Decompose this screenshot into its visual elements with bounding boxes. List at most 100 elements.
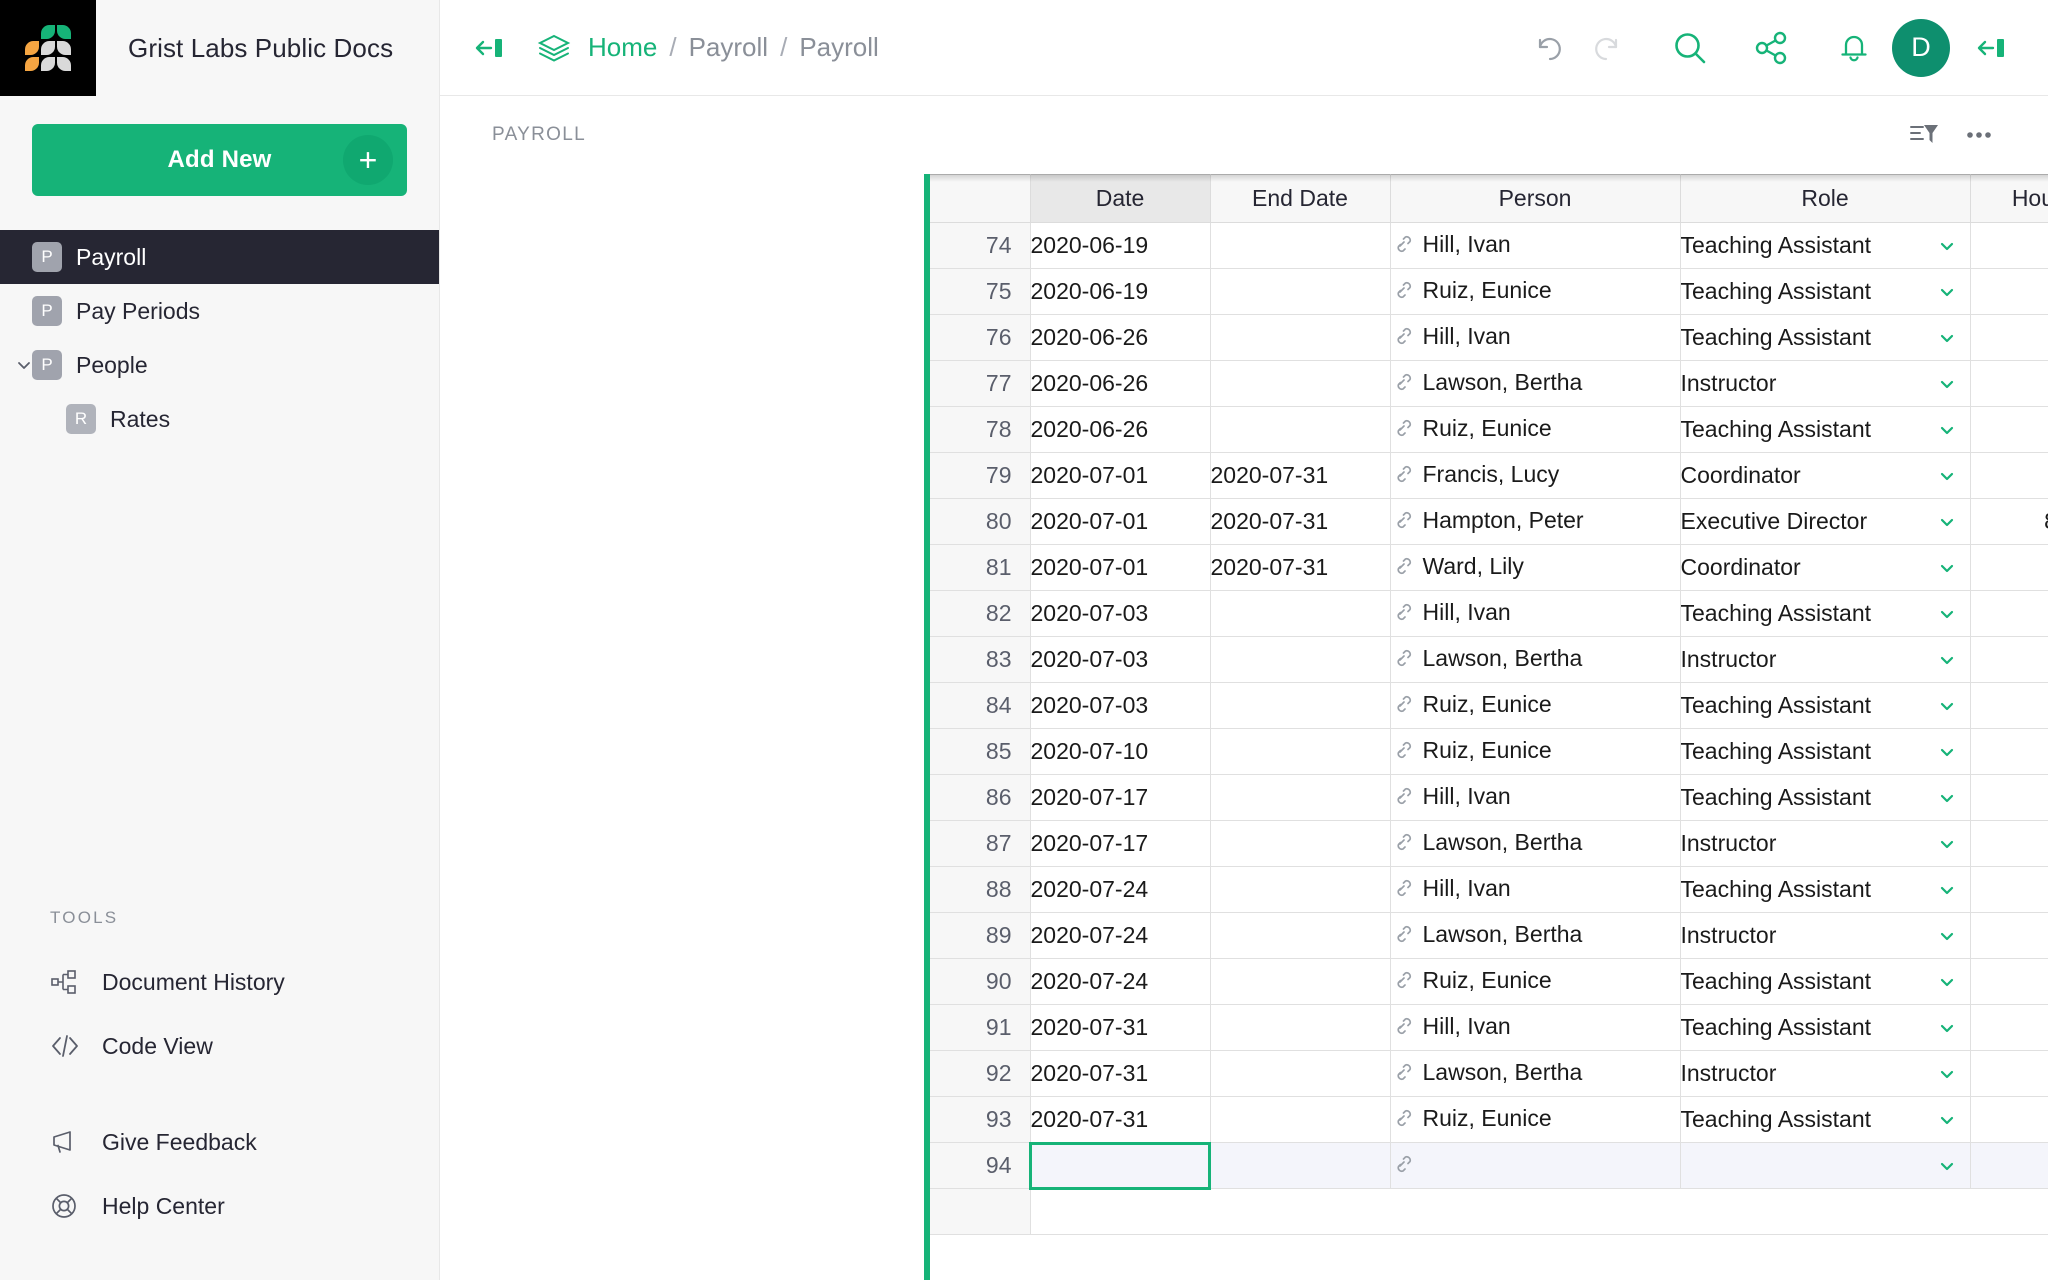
column-header-date[interactable]: Date (1030, 175, 1210, 223)
cell-date[interactable] (1030, 1143, 1210, 1189)
cell-person[interactable]: Ruiz, Eunice (1390, 683, 1680, 729)
chevron-down-icon[interactable] (1936, 235, 1958, 257)
row-number[interactable]: 84 (924, 683, 1030, 729)
chevron-down-icon[interactable] (1936, 741, 1958, 763)
table-row[interactable]: 742020-06-19Hill, IvanTeaching Assistant… (924, 223, 2048, 269)
cell-end-date[interactable] (1210, 315, 1390, 361)
cell-role[interactable]: Teaching Assistant (1680, 867, 1970, 913)
chevron-down-icon[interactable] (1936, 695, 1958, 717)
tool-document-history[interactable]: Document History (0, 950, 439, 1014)
chevron-down-icon[interactable] (1936, 465, 1958, 487)
cell-end-date[interactable] (1210, 637, 1390, 683)
cell-role[interactable]: Instructor (1680, 361, 1970, 407)
grid-scroll-area[interactable]: Date End Date Person Role Hours Per Hour… (924, 174, 2048, 1280)
cell-person[interactable]: Ward, Lily (1390, 545, 1680, 591)
cell-hours[interactable]: 80 (1970, 453, 2048, 499)
cell-end-date[interactable] (1210, 729, 1390, 775)
row-number[interactable]: 75 (924, 269, 1030, 315)
table-row[interactable]: 792020-07-012020-07-31Francis, LucyCoord… (924, 453, 2048, 499)
cell-hours[interactable]: 65 (1970, 545, 2048, 591)
cell-hours[interactable]: 6 (1970, 729, 2048, 775)
cell-date[interactable]: 2020-07-31 (1030, 1051, 1210, 1097)
cell-date[interactable]: 2020-06-19 (1030, 223, 1210, 269)
cell-role[interactable]: Teaching Assistant (1680, 1005, 1970, 1051)
cell-hours[interactable]: 6 (1970, 315, 2048, 361)
table-row[interactable]: 902020-07-24Ruiz, EuniceTeaching Assista… (924, 959, 2048, 1005)
row-number[interactable]: 90 (924, 959, 1030, 1005)
cell-hours[interactable]: 6 (1970, 1097, 2048, 1143)
cell-date[interactable]: 2020-07-24 (1030, 913, 1210, 959)
table-row[interactable]: 852020-07-10Ruiz, EuniceTeaching Assista… (924, 729, 2048, 775)
chevron-down-icon[interactable] (1936, 1063, 1958, 1085)
cell-hours[interactable]: 8 (1970, 867, 2048, 913)
cell-date[interactable]: 2020-06-26 (1030, 407, 1210, 453)
cell-hours[interactable]: 8 (1970, 683, 2048, 729)
cell-end-date[interactable] (1210, 821, 1390, 867)
tool-help-center[interactable]: Help Center (0, 1174, 439, 1238)
cell-end-date[interactable] (1210, 1143, 1390, 1189)
cell-date[interactable]: 2020-07-24 (1030, 959, 1210, 1005)
sidebar-item-people[interactable]: P People (0, 338, 439, 392)
cell-end-date[interactable] (1210, 591, 1390, 637)
cell-hours[interactable]: 4 (1970, 775, 2048, 821)
row-number[interactable]: 80 (924, 499, 1030, 545)
chevron-down-icon[interactable] (1936, 373, 1958, 395)
table-row[interactable]: 802020-07-012020-07-31Hampton, PeterExec… (924, 499, 2048, 545)
cell-hours[interactable]: 6 (1970, 361, 2048, 407)
chevron-down-icon[interactable] (1936, 879, 1958, 901)
row-number[interactable]: 85 (924, 729, 1030, 775)
cell-hours[interactable]: 86.667 (1970, 499, 2048, 545)
cell-role[interactable]: Teaching Assistant (1680, 1097, 1970, 1143)
cell-date[interactable]: 2020-07-03 (1030, 637, 1210, 683)
sidebar-item-rates[interactable]: R Rates (0, 392, 439, 446)
cell-role[interactable]: Teaching Assistant (1680, 223, 1970, 269)
cell-hours[interactable]: 4 (1970, 959, 2048, 1005)
grist-logo[interactable] (0, 0, 96, 96)
chevron-down-icon[interactable] (1936, 557, 1958, 579)
cell-person[interactable]: Hill, Ivan (1390, 315, 1680, 361)
cell-date[interactable]: 2020-07-31 (1030, 1005, 1210, 1051)
chevron-down-icon[interactable] (1936, 925, 1958, 947)
cell-person[interactable]: Ruiz, Eunice (1390, 729, 1680, 775)
cell-role[interactable]: Teaching Assistant (1680, 683, 1970, 729)
cell-role[interactable]: Executive Director (1680, 499, 1970, 545)
chevron-down-icon[interactable] (1936, 649, 1958, 671)
cell-person[interactable]: Lawson, Bertha (1390, 361, 1680, 407)
cell-person[interactable]: Francis, Lucy (1390, 453, 1680, 499)
row-number[interactable]: 87 (924, 821, 1030, 867)
cell-date[interactable]: 2020-07-24 (1030, 867, 1210, 913)
table-row[interactable]: 782020-06-26Ruiz, EuniceTeaching Assista… (924, 407, 2048, 453)
cell-role[interactable]: Instructor (1680, 821, 1970, 867)
sidebar-item-payroll[interactable]: P Payroll (0, 230, 439, 284)
cell-end-date[interactable] (1210, 683, 1390, 729)
chevron-down-icon[interactable] (1936, 971, 1958, 993)
column-header-end-date[interactable]: End Date (1210, 175, 1390, 223)
more-options-icon[interactable] (1952, 111, 2006, 159)
cell-end-date[interactable] (1210, 1005, 1390, 1051)
table-row[interactable]: 812020-07-012020-07-31Ward, LilyCoordina… (924, 545, 2048, 591)
cell-person[interactable]: Hill, Ivan (1390, 775, 1680, 821)
cell-end-date[interactable]: 2020-07-31 (1210, 453, 1390, 499)
table-row[interactable]: 772020-06-26Lawson, BerthaInstructor6$12… (924, 361, 2048, 407)
cell-hours[interactable] (1970, 1143, 2048, 1189)
cell-hours[interactable]: 6 (1970, 269, 2048, 315)
cell-role[interactable]: Teaching Assistant (1680, 959, 1970, 1005)
sort-filter-icon[interactable] (1898, 111, 1952, 159)
data-grid[interactable]: Date End Date Person Role Hours Per Hour… (924, 174, 2048, 1280)
chevron-down-icon[interactable] (1936, 327, 1958, 349)
cell-role[interactable]: Teaching Assistant (1680, 315, 1970, 361)
cell-date[interactable]: 2020-07-01 (1030, 545, 1210, 591)
column-header-person[interactable]: Person (1390, 175, 1680, 223)
cell-date[interactable]: 2020-06-19 (1030, 269, 1210, 315)
breadcrumb-page[interactable]: Payroll (799, 32, 878, 63)
row-number[interactable]: 91 (924, 1005, 1030, 1051)
cell-role[interactable]: Instructor (1680, 637, 1970, 683)
chevron-down-icon[interactable] (1936, 1017, 1958, 1039)
row-number[interactable]: 93 (924, 1097, 1030, 1143)
column-header-hours[interactable]: Hours (1970, 175, 2048, 223)
cell-date[interactable]: 2020-07-03 (1030, 683, 1210, 729)
add-new-button[interactable]: Add New + (32, 124, 407, 196)
cell-role[interactable]: Coordinator (1680, 545, 1970, 591)
cell-role[interactable]: Teaching Assistant (1680, 591, 1970, 637)
cell-end-date[interactable] (1210, 1051, 1390, 1097)
